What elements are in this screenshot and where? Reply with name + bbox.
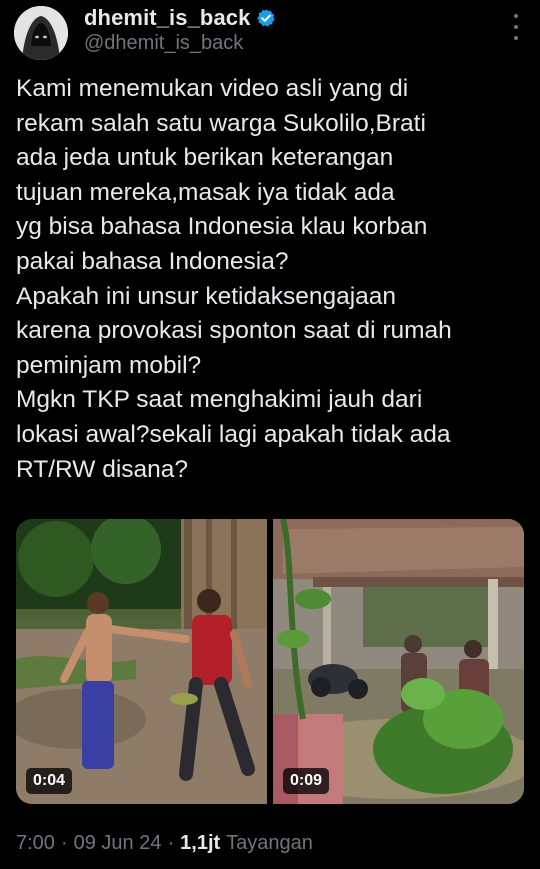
tweet-text-line: Apakah ini unsur ketidaksengajaan bbox=[16, 282, 397, 310]
handle[interactable]: @dhemit_is_back bbox=[84, 32, 243, 55]
tweet-text: Kami menemukan video asli yang di rekam … bbox=[16, 72, 531, 487]
views-label: Tayangan bbox=[226, 832, 313, 854]
tweet-text-line: peminjam mobil? bbox=[16, 351, 202, 379]
tweet-time[interactable]: 7:00 bbox=[16, 832, 55, 855]
video-duration: 0:04 bbox=[26, 768, 73, 794]
name-row: dhemit_is_back bbox=[84, 5, 276, 31]
tweet-text-line: tujuan mereka,masak iya tidak ada bbox=[16, 178, 395, 206]
tweet-text-line: RT/RW disana? bbox=[16, 455, 189, 483]
meta-separator: · bbox=[167, 832, 175, 854]
more-options-icon[interactable] bbox=[506, 14, 526, 40]
tweet-date[interactable]: 09 Jun 24 bbox=[74, 832, 162, 855]
video-thumbnail-2[interactable]: 0:09 bbox=[273, 519, 524, 804]
video-duration: 0:09 bbox=[283, 768, 330, 794]
views-count: 1,1jt bbox=[180, 832, 221, 854]
tweet-text-line: yg bisa bahasa Indonesia klau korban bbox=[16, 213, 428, 241]
tweet-text-line: ada jeda untuk berikan keterangan bbox=[16, 144, 394, 172]
tweet-text-line: lokasi awal?sekali lagi apakah tidak ada bbox=[16, 420, 451, 448]
tweet-text-line: pakai bahasa Indonesia? bbox=[16, 247, 289, 275]
video-thumbnail-1[interactable]: 0:04 bbox=[16, 519, 267, 804]
video-frame-1 bbox=[16, 519, 267, 804]
media-grid: 0:04 0:09 bbox=[16, 519, 524, 804]
avatar[interactable] bbox=[14, 6, 68, 60]
tweet-text-line: rekam salah satu warga Sukolilo,Brati bbox=[16, 109, 426, 137]
video-frame-2 bbox=[273, 519, 524, 804]
display-name[interactable]: dhemit_is_back bbox=[84, 5, 250, 31]
avatar-hooded-figure-icon bbox=[14, 6, 68, 60]
tweet-text-line: Kami menemukan video asli yang di bbox=[16, 75, 409, 102]
tweet-text-line: karena provokasi sponton saat di rumah bbox=[16, 317, 452, 345]
tweet-header: dhemit_is_back @dhemit_is_back bbox=[0, 0, 540, 70]
verified-badge-icon bbox=[257, 9, 276, 27]
tweet-text-line: Mgkn TKP saat menghakimi jauh dari bbox=[16, 386, 423, 414]
tweet-meta: 7:00 · 09 Jun 24 · 1,1jt Tayangan bbox=[16, 832, 313, 855]
meta-separator: · bbox=[60, 832, 68, 854]
